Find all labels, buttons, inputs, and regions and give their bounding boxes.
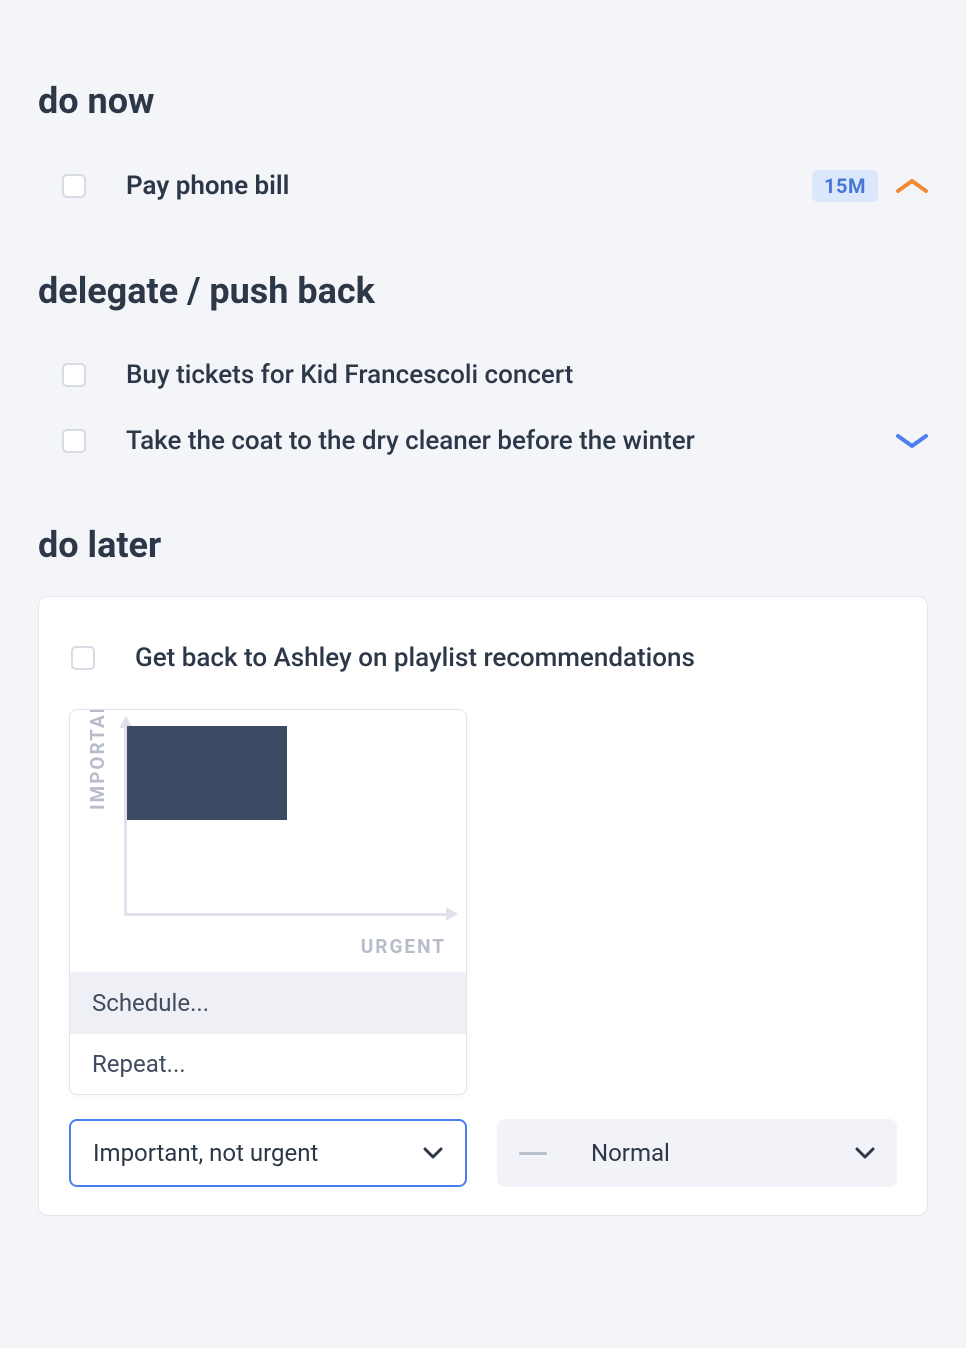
task-checkbox[interactable] bbox=[62, 429, 86, 453]
priority-select[interactable]: Important, not urgent bbox=[69, 1119, 467, 1187]
section-header-delegate: delegate / push back bbox=[38, 270, 928, 312]
priority-matrix-chart[interactable]: IMPORTANT URGENT bbox=[70, 710, 466, 972]
priority-down-icon[interactable] bbox=[896, 432, 928, 450]
task-row[interactable]: Take the coat to the dry cleaner before … bbox=[38, 408, 928, 474]
duration-badge: 15M bbox=[812, 170, 878, 202]
menu-item-repeat[interactable]: Repeat... bbox=[70, 1033, 466, 1094]
repeat-select[interactable]: Normal bbox=[497, 1119, 897, 1187]
task-row[interactable]: Pay phone bill 15M bbox=[38, 152, 928, 220]
task-card: Get back to Ashley on playlist recommend… bbox=[38, 596, 928, 1216]
chevron-down-icon bbox=[423, 1146, 443, 1160]
task-checkbox[interactable] bbox=[62, 174, 86, 198]
task-title[interactable]: Take the coat to the dry cleaner before … bbox=[126, 426, 856, 456]
task-title[interactable]: Buy tickets for Kid Francescoli concert bbox=[126, 360, 928, 390]
section-header-do-later: do later bbox=[38, 524, 928, 566]
task-title[interactable]: Get back to Ashley on playlist recommend… bbox=[135, 643, 897, 673]
selected-quadrant[interactable] bbox=[127, 726, 287, 820]
task-row[interactable]: Buy tickets for Kid Francescoli concert bbox=[38, 342, 928, 408]
menu-item-schedule[interactable]: Schedule... bbox=[70, 972, 466, 1033]
task-title[interactable]: Pay phone bill bbox=[126, 171, 772, 201]
priority-up-icon[interactable] bbox=[896, 177, 928, 195]
priority-select-value: Important, not urgent bbox=[93, 1139, 318, 1167]
arrow-right-icon bbox=[446, 907, 458, 921]
x-axis-label: URGENT bbox=[361, 935, 446, 958]
chevron-down-icon bbox=[855, 1146, 875, 1160]
task-checkbox[interactable] bbox=[62, 363, 86, 387]
dash-icon bbox=[519, 1152, 547, 1155]
repeat-select-value: Normal bbox=[591, 1139, 670, 1167]
selects-row: Important, not urgent Normal bbox=[69, 1119, 897, 1187]
matrix-plot[interactable] bbox=[124, 726, 446, 916]
task-checkbox[interactable] bbox=[71, 646, 95, 670]
section-header-do-now: do now bbox=[38, 80, 928, 122]
task-row[interactable]: Get back to Ashley on playlist recommend… bbox=[69, 625, 897, 691]
y-axis-label: IMPORTANT bbox=[86, 709, 109, 810]
priority-matrix-popup: IMPORTANT URGENT Schedule... Repeat... bbox=[69, 709, 467, 1095]
